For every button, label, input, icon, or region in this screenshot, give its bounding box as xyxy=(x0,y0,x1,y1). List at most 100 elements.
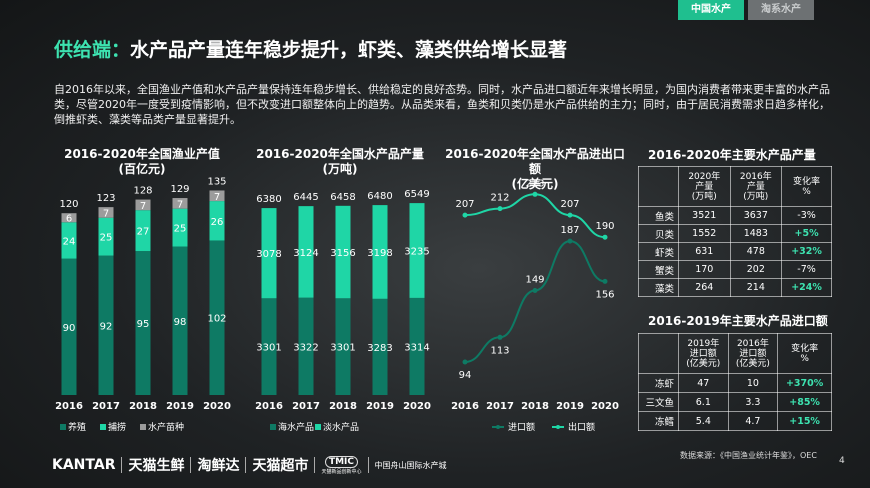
table2-header-2016: 2016年 进口额 (亿美元) xyxy=(727,333,779,374)
trade-chart-x-tick: 2016 xyxy=(451,401,479,412)
change-rate: +370% xyxy=(777,373,832,393)
table-row: 鱼类 3521 3637 -3% xyxy=(638,206,832,225)
row-label: 冻虾 xyxy=(638,373,679,393)
production-chart-x-tick: 2017 xyxy=(292,401,320,412)
divider xyxy=(367,457,369,473)
table1-header-2016: 2016年 产量 (万吨) xyxy=(729,166,783,207)
production-chart-total-label: 6380 xyxy=(256,194,281,205)
value-b: 3637 xyxy=(729,206,783,225)
trade-chart-data-label: 223 xyxy=(525,178,544,189)
output-chart-legend-swatch xyxy=(140,424,146,430)
trade-chart-point xyxy=(462,212,468,218)
production-chart-bar-label: 3124 xyxy=(293,248,318,259)
production-chart-legend-swatch xyxy=(270,424,276,430)
production-chart-bar-label: 3156 xyxy=(330,248,355,259)
production-chart-total-label: 6480 xyxy=(367,191,392,202)
production-chart-bar-label: 3314 xyxy=(404,342,429,353)
divider xyxy=(190,457,192,473)
trade-chart-x-tick: 2019 xyxy=(556,401,584,412)
value-a: 1552 xyxy=(678,224,731,243)
change-rate: +5% xyxy=(781,224,832,243)
output-chart-bar-label: 25 xyxy=(100,233,113,244)
output-chart-x-tick: 2017 xyxy=(92,401,120,412)
trade-chart-point xyxy=(567,238,573,244)
change-rate: +24% xyxy=(781,278,832,297)
output-chart-bar-label: 90 xyxy=(63,323,76,334)
table2-title: 2016-2019年主要水产品进口额 xyxy=(648,314,828,328)
production-chart-x-tick: 2018 xyxy=(329,401,357,412)
trade-chart-data-label: 207 xyxy=(560,199,579,210)
value-a: 631 xyxy=(678,242,731,261)
output-chart-total-label: 123 xyxy=(96,193,115,204)
table-row: 冻虾 47 10 +370% xyxy=(638,373,832,393)
table1-title: 2016-2020年主要水产品产量 xyxy=(648,148,816,162)
value-b: 202 xyxy=(729,260,783,279)
tmic-logo: TMIC 天猫新品创新中心 xyxy=(321,455,362,475)
table-row: 蟹类 170 202 -7% xyxy=(638,260,832,279)
row-label: 蟹类 xyxy=(638,260,679,279)
table-row: 贝类 1552 1483 +5% xyxy=(638,224,832,243)
production-chart-bar-label: 3322 xyxy=(293,342,318,353)
output-chart-bar-label: 24 xyxy=(63,236,76,247)
production-chart-legend-label: 海水产品 xyxy=(278,421,314,433)
output-chart-bar-label: 98 xyxy=(174,317,187,328)
production-chart-x-tick: 2016 xyxy=(255,401,283,412)
table1-header-change: 变化率 % xyxy=(781,166,832,207)
output-chart-bar-label: 7 xyxy=(214,192,220,203)
trade-chart-data-label: 156 xyxy=(595,289,614,300)
output-chart-legend-swatch xyxy=(60,424,66,430)
output-chart-bar-label: 6 xyxy=(66,214,72,225)
trade-chart-point xyxy=(602,234,608,240)
production-chart-x-tick: 2019 xyxy=(366,401,394,412)
trade-chart-data-label: 149 xyxy=(525,275,544,286)
trade-chart-legend-marker xyxy=(496,425,500,429)
output-chart-legend-label: 养殖 xyxy=(68,421,86,433)
row-label: 藻类 xyxy=(638,278,679,297)
value-b: 4.7 xyxy=(727,411,779,431)
row-label: 贝类 xyxy=(638,224,679,243)
output-chart-total-label: 128 xyxy=(133,186,152,197)
row-label: 鱼类 xyxy=(638,206,679,225)
trade-chart-point xyxy=(462,359,468,365)
table1-header-2020: 2020年 产量 (万吨) xyxy=(678,166,731,207)
change-rate: -7% xyxy=(781,260,832,279)
change-rate: +85% xyxy=(777,392,832,412)
output-chart-bar-label: 25 xyxy=(174,224,187,235)
production-chart-bar-label: 3198 xyxy=(367,248,392,259)
table-row: 藻类 264 214 +24% xyxy=(638,278,832,297)
output-chart-bar-label: 102 xyxy=(207,314,226,325)
output-chart-x-tick: 2020 xyxy=(203,401,231,412)
divider xyxy=(121,457,123,473)
trade-chart-line-出口额 xyxy=(464,193,606,239)
production-chart-total-label: 6549 xyxy=(404,189,429,200)
taoxianda-logo: 淘鲜达 xyxy=(197,458,240,474)
value-a: 264 xyxy=(678,278,731,297)
trade-chart-data-label: 113 xyxy=(490,345,509,356)
row-label: 三文鱼 xyxy=(638,392,679,412)
zhoushan-logo: 中国舟山国际水产城 xyxy=(374,460,447,470)
trade-chart-point xyxy=(567,212,573,218)
trade-chart-point xyxy=(532,191,538,197)
value-b: 478 xyxy=(729,242,783,261)
value-a: 3521 xyxy=(678,206,731,225)
trade-chart-data-label: 212 xyxy=(490,193,509,204)
output-chart-total-label: 135 xyxy=(207,176,226,187)
production-chart-bar-label: 3235 xyxy=(404,247,429,258)
trade-chart-x-tick: 2018 xyxy=(521,401,549,412)
trade-chart-point xyxy=(497,206,503,212)
import-table: 2019年 进口额 (亿美元) 2016年 进口额 (亿美元) 变化率 % 冻虾… xyxy=(638,333,832,431)
trade-chart-point xyxy=(602,278,608,284)
trade-chart-legend-label: 出口额 xyxy=(568,421,595,433)
trade-chart-x-tick: 2020 xyxy=(591,401,619,412)
value-a: 47 xyxy=(678,373,729,393)
output-chart-bar-label: 7 xyxy=(140,201,146,212)
output-chart-bar-label: 95 xyxy=(137,319,150,330)
output-chart-total-label: 129 xyxy=(170,184,189,195)
output-chart-bar-label: 92 xyxy=(100,321,113,332)
production-chart-bar-label: 3301 xyxy=(330,343,355,354)
trade-chart-legend-label: 进口额 xyxy=(508,421,535,433)
output-chart-total-label: 120 xyxy=(59,199,78,210)
output-chart-legend-label: 捕捞 xyxy=(108,421,126,433)
kantar-logo: KANTAR xyxy=(52,457,116,473)
production-chart-legend-swatch xyxy=(315,424,321,430)
